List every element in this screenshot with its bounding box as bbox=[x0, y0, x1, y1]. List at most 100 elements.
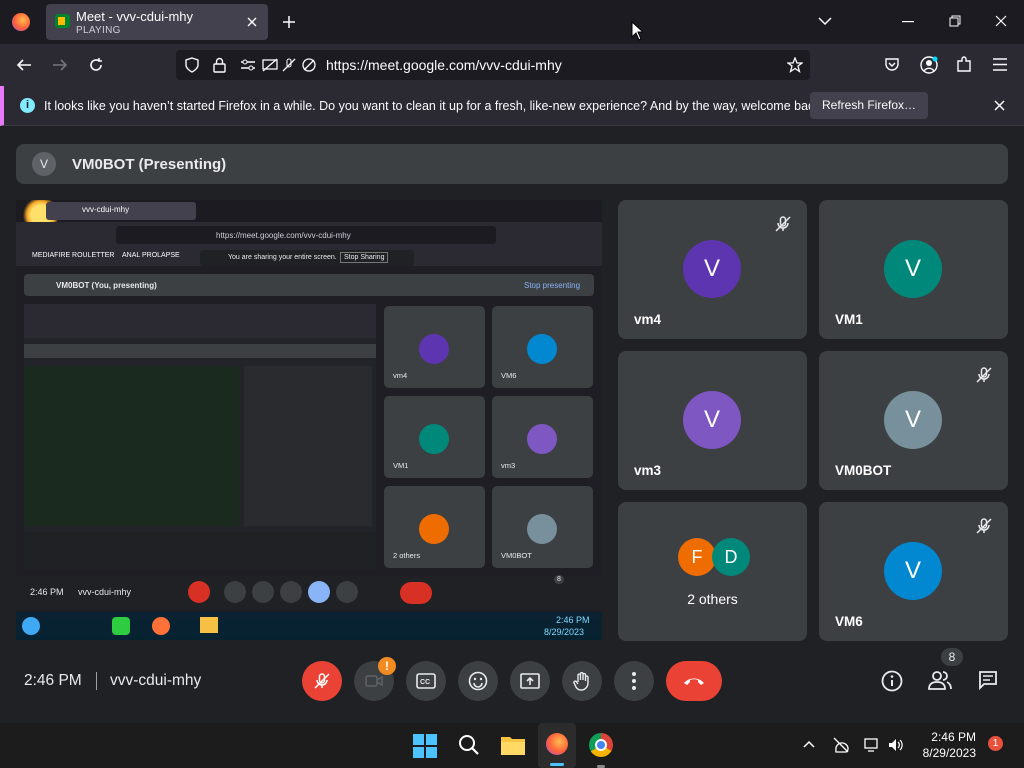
hand-icon bbox=[573, 671, 589, 691]
participant-avatar: V bbox=[884, 240, 942, 298]
permissions-icon[interactable] bbox=[240, 58, 256, 72]
account-icon[interactable] bbox=[920, 56, 938, 74]
shared-tab-title: vvv-cdui-mhy bbox=[82, 205, 130, 214]
shared-mini-tile: VM0BOT bbox=[492, 486, 593, 568]
participant-name: 2 others bbox=[687, 591, 738, 607]
tab-meet[interactable]: Meet - vvv-cdui-mhy PLAYING bbox=[46, 4, 268, 40]
more-options-button[interactable] bbox=[614, 661, 654, 701]
mic-off-icon bbox=[314, 673, 330, 689]
tracking-shield-icon[interactable] bbox=[185, 57, 199, 73]
browser-tab-bar: Meet - vvv-cdui-mhy PLAYING bbox=[0, 0, 1024, 44]
hamburger-menu-icon[interactable] bbox=[992, 58, 1008, 71]
forward-icon[interactable] bbox=[52, 57, 68, 73]
participant-tile[interactable]: V VM6 bbox=[819, 502, 1008, 641]
back-icon[interactable] bbox=[16, 57, 32, 73]
new-tab-icon[interactable] bbox=[282, 15, 296, 29]
shared-mini-name: VM0BOT bbox=[501, 551, 532, 560]
shared-code: vvv-cdui-mhy bbox=[78, 587, 132, 597]
participant-name: VM0BOT bbox=[835, 463, 892, 478]
minimize-icon[interactable] bbox=[902, 21, 914, 23]
raise-hand-button[interactable] bbox=[562, 661, 602, 701]
presenter-bar: V VM0BOT (Presenting) bbox=[16, 144, 1008, 184]
shared-taskbar: 2:46 PM 8/29/2023 bbox=[16, 612, 602, 640]
shared-screen-view[interactable]: vvv-cdui-mhy https://meet.google.com/vvv… bbox=[16, 200, 602, 640]
shared-tb-date: 8/29/2023 bbox=[544, 627, 585, 637]
url-bar[interactable]: https://meet.google.com/vvv-cdui-mhy bbox=[176, 50, 810, 80]
people-icon[interactable] bbox=[928, 670, 952, 690]
shared-sharing-msg: You are sharing your entire screen. bbox=[228, 254, 337, 261]
presenter-label: VM0BOT (Presenting) bbox=[72, 156, 227, 173]
shared-mini-tile: VM1 bbox=[384, 396, 485, 478]
shared-count-badge: 8 bbox=[554, 575, 564, 584]
nested-screen-preview bbox=[24, 304, 376, 569]
shared-stop-presenting: Stop presenting bbox=[524, 281, 581, 290]
participant-count-badge: 8 bbox=[941, 648, 963, 666]
participant-tile[interactable]: V VM1 bbox=[819, 200, 1008, 339]
bookmark-star-icon[interactable] bbox=[787, 57, 803, 73]
maximize-icon[interactable] bbox=[949, 15, 961, 27]
captions-button[interactable]: CC bbox=[406, 661, 446, 701]
meet-control-bar: 2:46 PM vvv-cdui-mhy ! CC 8 bbox=[0, 645, 1024, 723]
meet-favicon-icon bbox=[55, 14, 70, 28]
network-off-icon[interactable] bbox=[832, 736, 850, 754]
close-tab-icon[interactable] bbox=[246, 16, 258, 28]
tab-playing-status: PLAYING bbox=[76, 25, 121, 36]
participant-name: VM6 bbox=[835, 614, 863, 629]
participant-tile[interactable]: V VM0BOT bbox=[819, 351, 1008, 490]
chrome-taskbar-icon[interactable] bbox=[589, 733, 613, 768]
shared-stop-sharing: Stop Sharing bbox=[340, 252, 389, 263]
present-button[interactable] bbox=[510, 661, 550, 701]
participant-name: vm3 bbox=[634, 463, 662, 478]
shared-bookmark-2: ANAL PROLAPSE bbox=[122, 252, 180, 259]
screen-share-blocked-icon[interactable] bbox=[262, 58, 278, 72]
shared-mini-name: VM6 bbox=[501, 371, 517, 380]
shared-mini-avatar bbox=[527, 424, 557, 454]
pocket-icon[interactable] bbox=[884, 57, 900, 73]
chat-icon[interactable] bbox=[978, 670, 998, 690]
participant-avatar: V bbox=[683, 391, 741, 449]
mic-blocked-icon[interactable] bbox=[282, 58, 296, 72]
refresh-firefox-button[interactable]: Refresh Firefox… bbox=[810, 92, 929, 119]
shared-mini-name: vm4 bbox=[393, 371, 408, 380]
lock-icon[interactable] bbox=[213, 57, 226, 73]
url-text[interactable]: https://meet.google.com/vvv-cdui-mhy bbox=[326, 57, 562, 73]
participant-tile[interactable]: Vvm4 bbox=[618, 200, 807, 339]
participant-tile[interactable]: Vvm3 bbox=[618, 351, 807, 490]
shared-mini-name: vm3 bbox=[501, 461, 516, 470]
participant-tile[interactable]: FD 2 others bbox=[618, 502, 807, 641]
extensions-icon[interactable] bbox=[956, 56, 972, 73]
list-tabs-icon[interactable] bbox=[818, 16, 832, 26]
firefox-logo-icon bbox=[12, 13, 30, 31]
leave-call-button[interactable] bbox=[666, 661, 722, 701]
show-hidden-icons-icon[interactable] bbox=[803, 740, 815, 748]
volume-icon[interactable] bbox=[887, 737, 903, 753]
file-explorer-icon[interactable] bbox=[500, 734, 526, 756]
camera-button[interactable]: ! bbox=[354, 657, 396, 701]
meeting-details-icon[interactable] bbox=[881, 670, 903, 692]
presenter-avatar: V bbox=[32, 152, 56, 176]
network-monitor-icon[interactable] bbox=[864, 737, 880, 753]
firefox-taskbar-icon[interactable] bbox=[538, 723, 576, 768]
camera-icon bbox=[365, 675, 383, 687]
browser-nav-bar: https://meet.google.com/vvv-cdui-mhy bbox=[0, 44, 1024, 86]
notification-badge[interactable]: 1 bbox=[988, 736, 1003, 751]
shared-time: 2:46 PM bbox=[30, 587, 64, 597]
shared-mini-avatar bbox=[527, 514, 557, 544]
shared-mini-avatar bbox=[419, 424, 449, 454]
shared-mini-avatar bbox=[419, 514, 449, 544]
close-notification-icon[interactable] bbox=[994, 100, 1005, 111]
taskbar-clock[interactable]: 2:46 PM 8/29/2023 bbox=[923, 729, 976, 761]
reactions-button[interactable] bbox=[458, 661, 498, 701]
participant-avatar: V bbox=[884, 542, 942, 600]
windows-start-icon[interactable] bbox=[413, 734, 437, 758]
close-window-icon[interactable] bbox=[995, 15, 1007, 27]
shared-bookmark-1: MEDIAFIRE ROULETTER bbox=[32, 252, 115, 259]
autoplay-blocked-icon[interactable] bbox=[302, 58, 316, 72]
participant-avatar: D bbox=[712, 538, 750, 576]
reload-icon[interactable] bbox=[88, 57, 104, 73]
shared-mini-tile: 2 others bbox=[384, 486, 485, 568]
participant-name: vm4 bbox=[634, 312, 662, 327]
shared-mini-tile: vm4 bbox=[384, 306, 485, 388]
microphone-button[interactable] bbox=[302, 661, 342, 701]
search-icon[interactable] bbox=[458, 734, 480, 756]
